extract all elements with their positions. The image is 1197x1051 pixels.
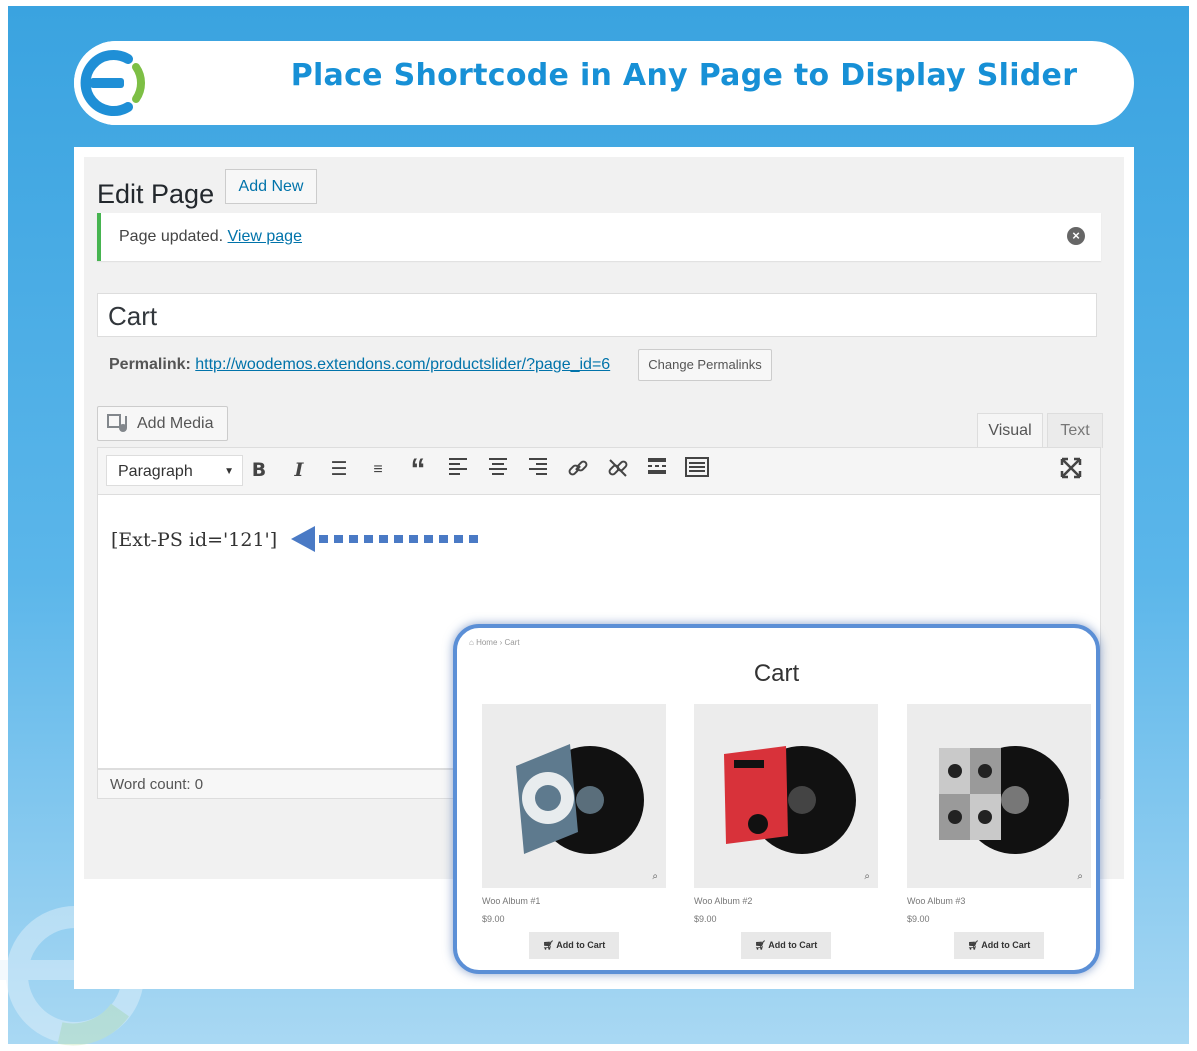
- bold-icon[interactable]: B: [246, 457, 272, 483]
- align-left-icon[interactable]: [445, 457, 471, 483]
- format-select-value: Paragraph: [118, 463, 193, 480]
- preview-page-title: Cart: [753, 660, 800, 687]
- add-to-cart-button[interactable]: 🛒︎ Add to Cart: [529, 932, 619, 959]
- breadcrumb-text: Home › Cart: [476, 638, 520, 647]
- title-banner: Place Shortcode in Any Page to Display S…: [74, 41, 1134, 125]
- add-to-cart-label: Add to Cart: [981, 940, 1031, 950]
- align-right-icon[interactable]: [525, 457, 551, 483]
- align-center-icon[interactable]: [485, 457, 511, 483]
- add-to-cart-label: Add to Cart: [768, 940, 818, 950]
- link-icon[interactable]: [565, 457, 591, 483]
- zoom-icon[interactable]: ⌕: [1077, 871, 1083, 882]
- cart-icon: 🛒︎: [542, 940, 557, 950]
- product-name[interactable]: Woo Album #2: [694, 896, 878, 906]
- product-price: $9.00: [907, 914, 930, 924]
- add-to-cart-label: Add to Cart: [556, 940, 606, 950]
- breadcrumb: ⌂ Home › Cart: [469, 638, 520, 647]
- fullscreen-icon[interactable]: [1058, 457, 1084, 483]
- tab-text[interactable]: Text: [1047, 413, 1103, 448]
- permalink-url-link[interactable]: http://woodemos.extendons.com/productsli…: [195, 356, 610, 373]
- unlink-icon[interactable]: [605, 457, 631, 483]
- zoom-icon[interactable]: ⌕: [864, 871, 870, 882]
- notice-message: Page updated.: [119, 228, 224, 245]
- product-name[interactable]: Woo Album #1: [482, 896, 666, 906]
- page-title: Edit Page: [97, 179, 215, 209]
- tab-visual[interactable]: Visual: [977, 413, 1043, 448]
- toolbar-toggle-icon[interactable]: [684, 457, 710, 483]
- home-icon: ⌂: [469, 638, 477, 647]
- vinyl-album-icon: [724, 746, 856, 854]
- vinyl-album-icon: [939, 746, 1069, 854]
- shortcode-text: [Ext-PS id='121']: [111, 529, 278, 551]
- dismiss-icon[interactable]: ×: [1067, 227, 1085, 245]
- add-media-label: Add Media: [137, 415, 214, 432]
- add-media-button[interactable]: Add Media: [97, 406, 228, 441]
- media-icon: [107, 414, 127, 432]
- product-price: $9.00: [694, 914, 717, 924]
- bullet-list-icon[interactable]: ☰: [326, 457, 352, 483]
- product-name[interactable]: Woo Album #3: [907, 896, 1091, 906]
- product-card[interactable]: ⌕ Woo Album #3 $9.00 🛒︎ Add to Cart: [907, 704, 1091, 959]
- product-image: ⌕: [694, 704, 878, 888]
- extendons-logo: [74, 41, 158, 125]
- add-to-cart-button[interactable]: 🛒︎ Add to Cart: [741, 932, 831, 959]
- slider-pagination-dots[interactable]: ● ● ● ● ● ● ●: [742, 970, 816, 974]
- add-to-cart-button[interactable]: 🛒︎ Add to Cart: [954, 932, 1044, 959]
- vinyl-album-icon: [516, 744, 644, 854]
- product-card[interactable]: ⌕ Woo Album #2 $9.00 🛒︎ Add to Cart: [694, 704, 878, 959]
- slider-preview: ⌂ Home › Cart Cart ⌕ Woo Album #1 $9.00 …: [453, 624, 1100, 974]
- product-image: ⌕: [482, 704, 666, 888]
- product-price: $9.00: [482, 914, 505, 924]
- numbered-list-icon[interactable]: ≡: [365, 457, 391, 483]
- format-select[interactable]: Paragraph ▼: [106, 455, 243, 486]
- banner-title: Place Shortcode in Any Page to Display S…: [290, 58, 1078, 93]
- view-page-link[interactable]: View page: [228, 228, 302, 245]
- notice-text: Page updated. View page: [119, 228, 302, 246]
- product-card[interactable]: ⌕ Woo Album #1 $9.00 🛒︎ Add to Cart: [482, 704, 666, 959]
- cart-icon: 🛒︎: [754, 940, 769, 950]
- blockquote-icon[interactable]: “: [405, 455, 431, 485]
- add-new-button[interactable]: Add New: [225, 169, 317, 204]
- update-notice: Page updated. View page ×: [97, 213, 1101, 261]
- screenshot-frame: Place Shortcode in Any Page to Display S…: [0, 0, 1197, 1051]
- chevron-down-icon: ▼: [224, 466, 234, 477]
- zoom-icon[interactable]: ⌕: [652, 871, 658, 882]
- product-image: ⌕: [907, 704, 1091, 888]
- change-permalinks-button[interactable]: Change Permalinks: [638, 349, 772, 381]
- post-title-input[interactable]: Cart: [97, 293, 1097, 337]
- pointer-arrow: [291, 526, 478, 552]
- cart-icon: 🛒︎: [967, 940, 982, 950]
- read-more-icon[interactable]: [644, 457, 670, 483]
- permalink-row: Permalink: http://woodemos.extendons.com…: [109, 356, 610, 374]
- permalink-label: Permalink:: [109, 356, 191, 373]
- editor-toolbar: Paragraph ▼ B I ☰ ≡ “: [97, 447, 1101, 495]
- italic-icon[interactable]: I: [286, 457, 312, 483]
